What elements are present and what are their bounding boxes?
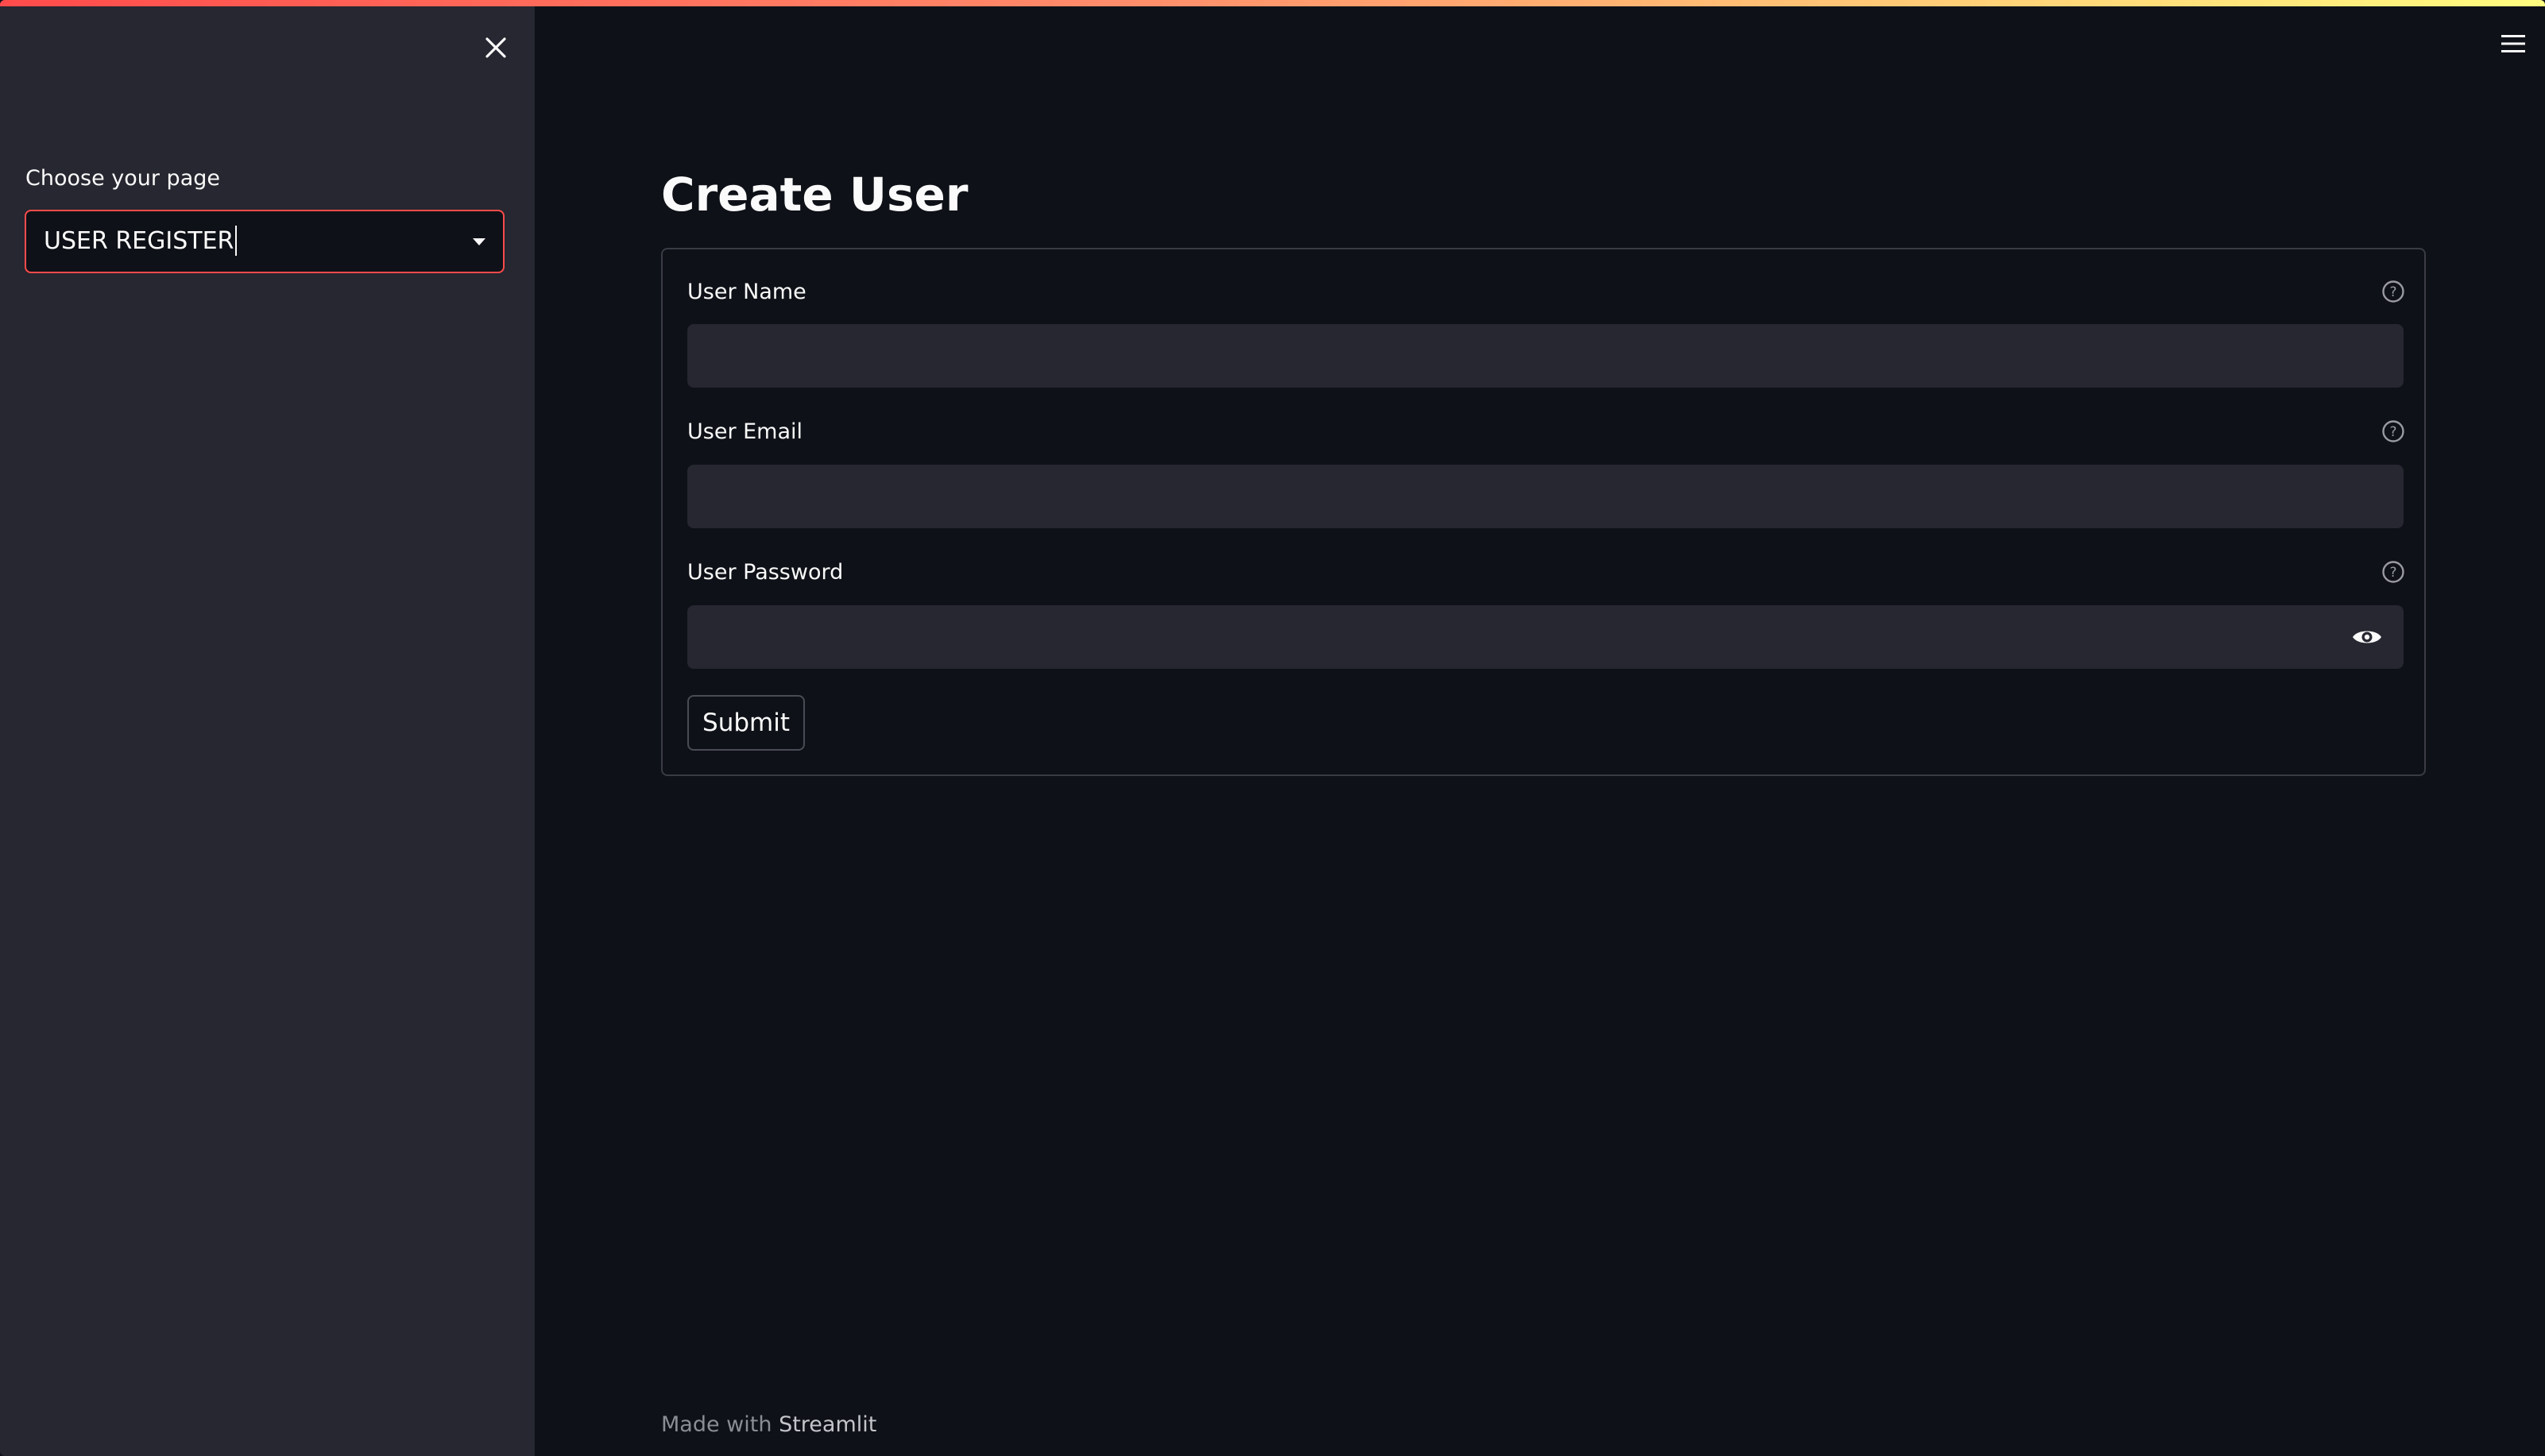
decoration-bar xyxy=(0,0,2545,6)
question-circle-icon[interactable]: ? xyxy=(2380,418,2407,445)
svg-text:?: ? xyxy=(2389,565,2396,581)
user-password-input[interactable] xyxy=(687,605,2404,669)
question-circle-icon[interactable]: ? xyxy=(2380,558,2407,585)
svg-text:?: ? xyxy=(2389,424,2396,440)
page-select[interactable]: USER REGISTER xyxy=(25,210,505,273)
eye-icon[interactable] xyxy=(2350,620,2384,655)
page-title: Create User xyxy=(661,168,969,222)
create-user-form: User Name ? User Email ? User Password ? xyxy=(661,248,2426,776)
page-select-label: Choose your page xyxy=(25,166,220,191)
text-cursor xyxy=(235,225,238,256)
user-name-input[interactable] xyxy=(687,324,2404,388)
user-email-label: User Email xyxy=(687,419,803,444)
footer-prefix: Made with xyxy=(661,1412,772,1437)
close-icon xyxy=(485,37,506,58)
streamlit-link[interactable]: Streamlit xyxy=(779,1412,876,1437)
close-sidebar-button[interactable] xyxy=(478,30,513,65)
page-select-value-text: USER REGISTER xyxy=(44,227,234,255)
chevron-down-icon[interactable] xyxy=(473,238,485,245)
user-password-label: User Password xyxy=(687,560,844,585)
app-window: Choose your page USER REGISTER Create Us… xyxy=(0,0,2545,1456)
sidebar: Choose your page USER REGISTER xyxy=(0,0,535,1456)
user-email-input[interactable] xyxy=(687,465,2404,528)
main-menu-button[interactable] xyxy=(2493,29,2533,59)
footer: Made with Streamlit xyxy=(661,1409,876,1441)
page-select-value: USER REGISTER xyxy=(44,211,238,272)
hamburger-menu-icon xyxy=(2501,35,2525,52)
submit-button[interactable]: Submit xyxy=(687,695,805,751)
svg-text:?: ? xyxy=(2389,284,2396,300)
question-circle-icon[interactable]: ? xyxy=(2380,278,2407,305)
user-name-label: User Name xyxy=(687,280,806,304)
